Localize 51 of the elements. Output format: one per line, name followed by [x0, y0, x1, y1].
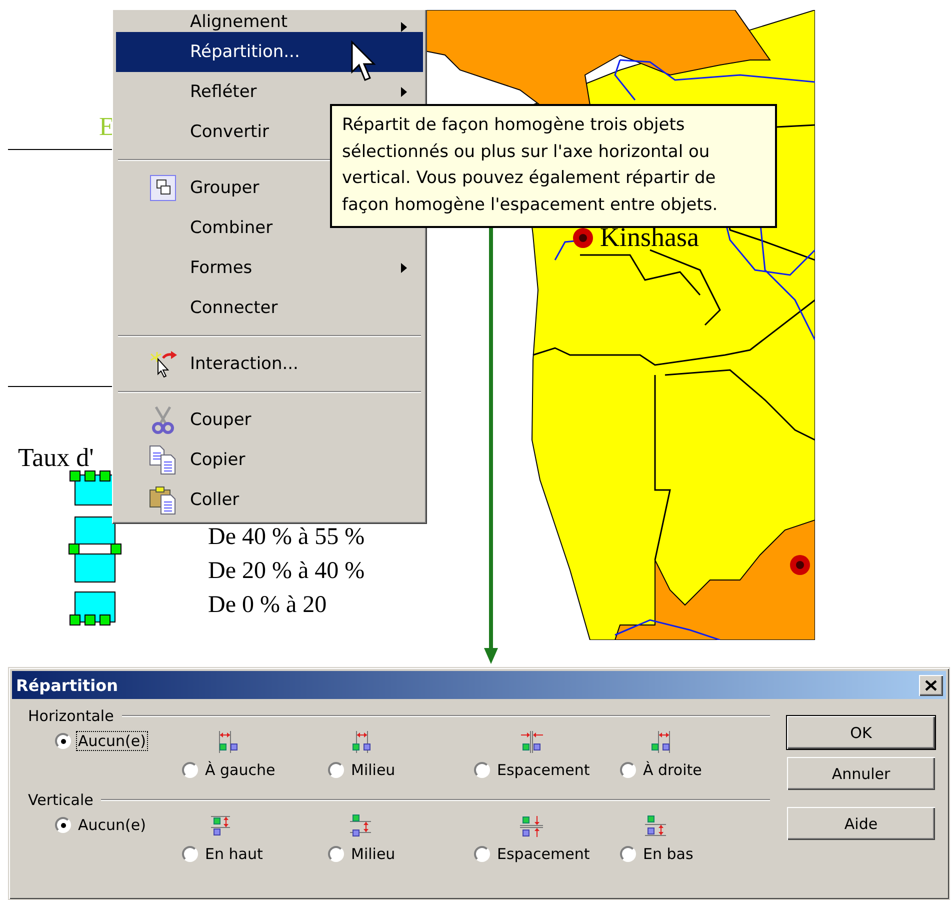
menu-item[interactable]: Couper — [116, 400, 423, 440]
option-label[interactable]: Espacement — [496, 761, 591, 779]
radio-button[interactable] — [328, 762, 344, 778]
city-marker-icon — [572, 227, 594, 249]
radio-button[interactable] — [474, 846, 490, 862]
menu-item[interactable]: Répartition... — [116, 32, 423, 72]
option-label[interactable]: À droite — [642, 761, 703, 779]
dialog-button[interactable]: Aide — [787, 807, 935, 840]
documents-icon — [149, 445, 177, 475]
menu-item[interactable]: Interaction... — [116, 344, 423, 384]
distribution-icon — [519, 730, 546, 754]
scissors-icon — [151, 406, 175, 434]
city-marker-icon — [789, 554, 811, 576]
close-button[interactable] — [919, 674, 943, 696]
legend-label: De 40 % à 55 % — [208, 523, 365, 551]
group-label: Horizontale — [28, 707, 114, 725]
close-icon — [925, 680, 937, 690]
clipboard-icon — [149, 485, 177, 515]
window-title: Répartition — [16, 676, 118, 694]
legend-label: De 0 % à 20 — [208, 591, 327, 619]
option-label[interactable]: Espacement — [496, 845, 591, 863]
legend-label: De 20 % à 40 % — [208, 557, 365, 585]
option-label[interactable]: Aucun(e) — [77, 732, 147, 750]
dialog-button[interactable]: Annuler — [787, 757, 935, 790]
radio-button[interactable] — [620, 846, 636, 862]
menu-item[interactable]: Connecter — [116, 288, 423, 328]
radio-button[interactable] — [182, 762, 198, 778]
radio-button[interactable] — [328, 846, 344, 862]
menu-item[interactable]: Formes — [116, 248, 423, 288]
mouse-pointer-icon — [350, 40, 378, 82]
radio-button[interactable] — [182, 846, 198, 862]
option-label[interactable]: Milieu — [350, 761, 396, 779]
overlapping-squares-icon — [150, 175, 176, 201]
option-label[interactable]: Aucun(e) — [77, 816, 147, 834]
dialog-button[interactable]: OK — [787, 716, 935, 749]
radio-button[interactable] — [474, 762, 490, 778]
distribution-icon — [519, 814, 546, 838]
option-label[interactable]: En haut — [204, 845, 264, 863]
radio-button[interactable] — [620, 762, 636, 778]
radio-button[interactable] — [55, 817, 71, 833]
radio-button[interactable] — [55, 733, 71, 749]
cursor-sparkle-icon — [149, 350, 177, 378]
menu-item[interactable]: Copier — [116, 440, 423, 480]
menu-item[interactable]: Coller — [116, 480, 423, 520]
menu-item[interactable]: Alignement — [116, 10, 423, 32]
legend-title: Taux d' — [18, 443, 94, 473]
option-label[interactable]: En bas — [642, 845, 694, 863]
option-label[interactable]: Milieu — [350, 845, 396, 863]
option-label[interactable]: À gauche — [204, 761, 276, 779]
group-label: Verticale — [28, 791, 94, 809]
tooltip: Répartit de façon homogène trois objets sélectionnés ou plus sur l'axe horizontal ou vertical. Vous pouvez également répartir de façon homogène l'espacement entre objets. — [330, 104, 777, 228]
